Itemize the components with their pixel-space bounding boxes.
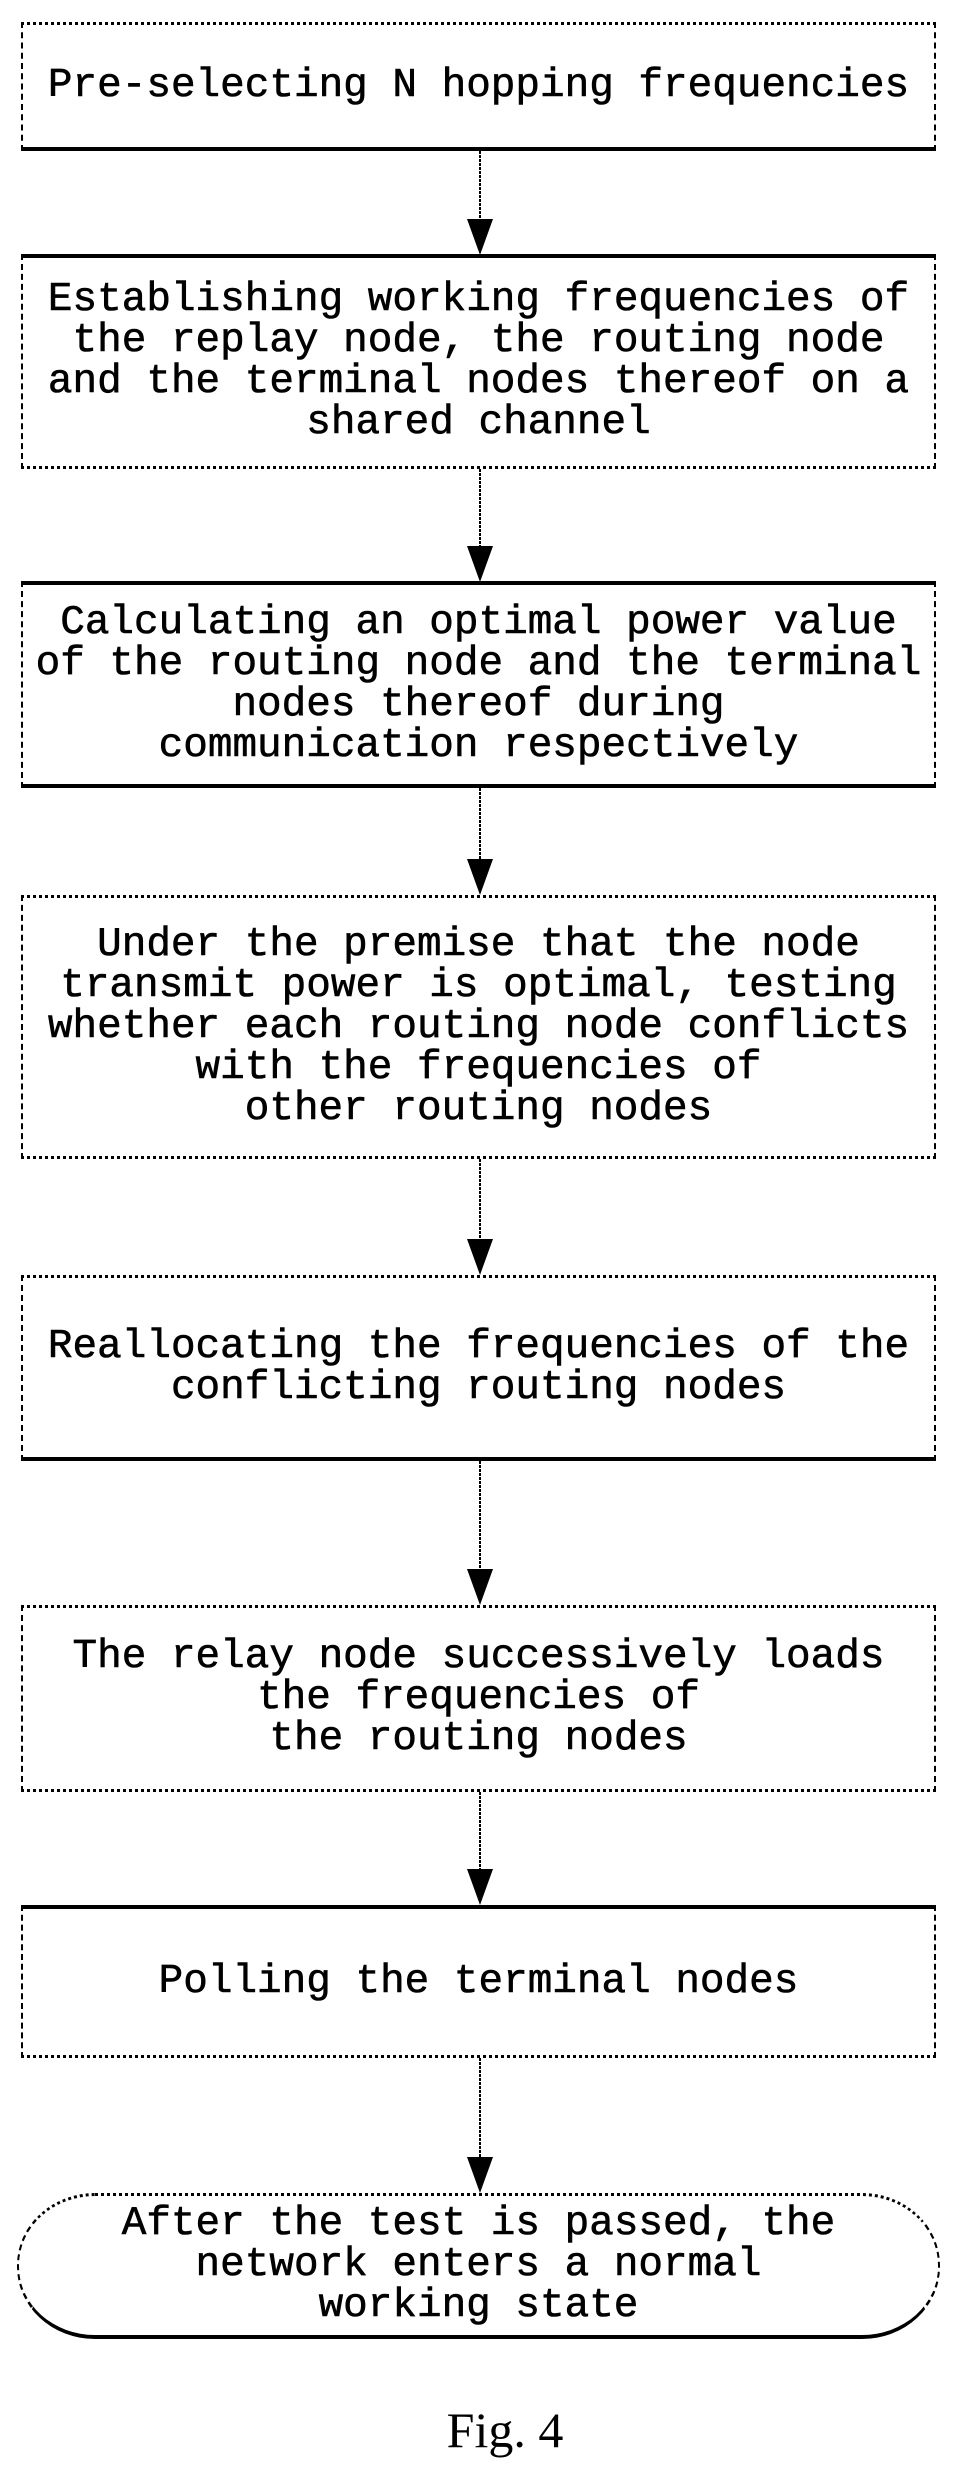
step-text-line: network enters a normal bbox=[195, 2242, 762, 2288]
step-text-line: The relay node successively loads bbox=[72, 1634, 885, 1680]
step-text-line: Polling the terminal nodes bbox=[158, 1958, 799, 2005]
step-text-line: working state bbox=[318, 2283, 639, 2329]
step-box-polling: Polling the terminal nodes bbox=[21, 1905, 936, 2058]
step-box-pre-selecting: Pre-selecting N hopping frequencies bbox=[21, 22, 936, 151]
step-text-line: Under the premise that the node bbox=[97, 921, 860, 968]
arrow-down-icon bbox=[467, 1159, 493, 1275]
arrow-down-icon bbox=[467, 1461, 493, 1605]
step-text-line: other routing nodes bbox=[244, 1085, 713, 1132]
step-box-reallocating: Reallocating the frequencies of the conf… bbox=[21, 1275, 936, 1461]
step-text-line: of the routing node and the terminal bbox=[35, 640, 922, 687]
step-text-line: Pre-selecting N hopping frequencies bbox=[47, 62, 910, 109]
step-text-line: conflicting routing nodes bbox=[170, 1364, 787, 1411]
step-box-establishing: Establishing working frequencies of the … bbox=[21, 254, 936, 469]
step-text-line: Reallocating the frequencies of the bbox=[47, 1323, 910, 1370]
step-text-line: nodes thereof during bbox=[232, 681, 725, 728]
arrow-down-icon bbox=[467, 1792, 493, 1905]
step-text-line: with the frequencies of bbox=[195, 1044, 762, 1091]
step-text-line: transmit power is optimal, testing bbox=[60, 962, 897, 1009]
step-box-testing-conflicts: Under the premise that the node transmit… bbox=[21, 895, 936, 1159]
step-text-line: Establishing working frequencies of bbox=[47, 277, 910, 323]
step-text-line: Calculating an optimal power value bbox=[60, 599, 897, 646]
step-text-line: After the test is passed, the bbox=[121, 2201, 836, 2247]
step-text-line: the routing nodes bbox=[269, 1716, 688, 1762]
arrow-down-icon bbox=[467, 788, 493, 895]
step-text-line: the frequencies of bbox=[257, 1675, 700, 1721]
step-text-line: the replay node, the routing node bbox=[72, 318, 885, 364]
step-box-calculating: Calculating an optimal power value of th… bbox=[21, 581, 936, 788]
arrow-down-icon bbox=[467, 469, 493, 582]
step-text-line: and the terminal nodes thereof on a bbox=[47, 359, 910, 405]
terminal-box-normal-state: After the test is passed, the network en… bbox=[17, 2193, 940, 2339]
arrow-down-icon bbox=[467, 2058, 493, 2193]
step-text-line: communication respectively bbox=[158, 722, 799, 769]
figure-caption: Fig. 4 bbox=[446, 2402, 564, 2458]
step-box-relay-loads: The relay node successively loads the fr… bbox=[21, 1605, 936, 1792]
arrow-down-icon bbox=[467, 151, 493, 255]
step-text-line: shared channel bbox=[306, 400, 651, 446]
step-text-line: whether each routing node conflicts bbox=[47, 1003, 910, 1050]
